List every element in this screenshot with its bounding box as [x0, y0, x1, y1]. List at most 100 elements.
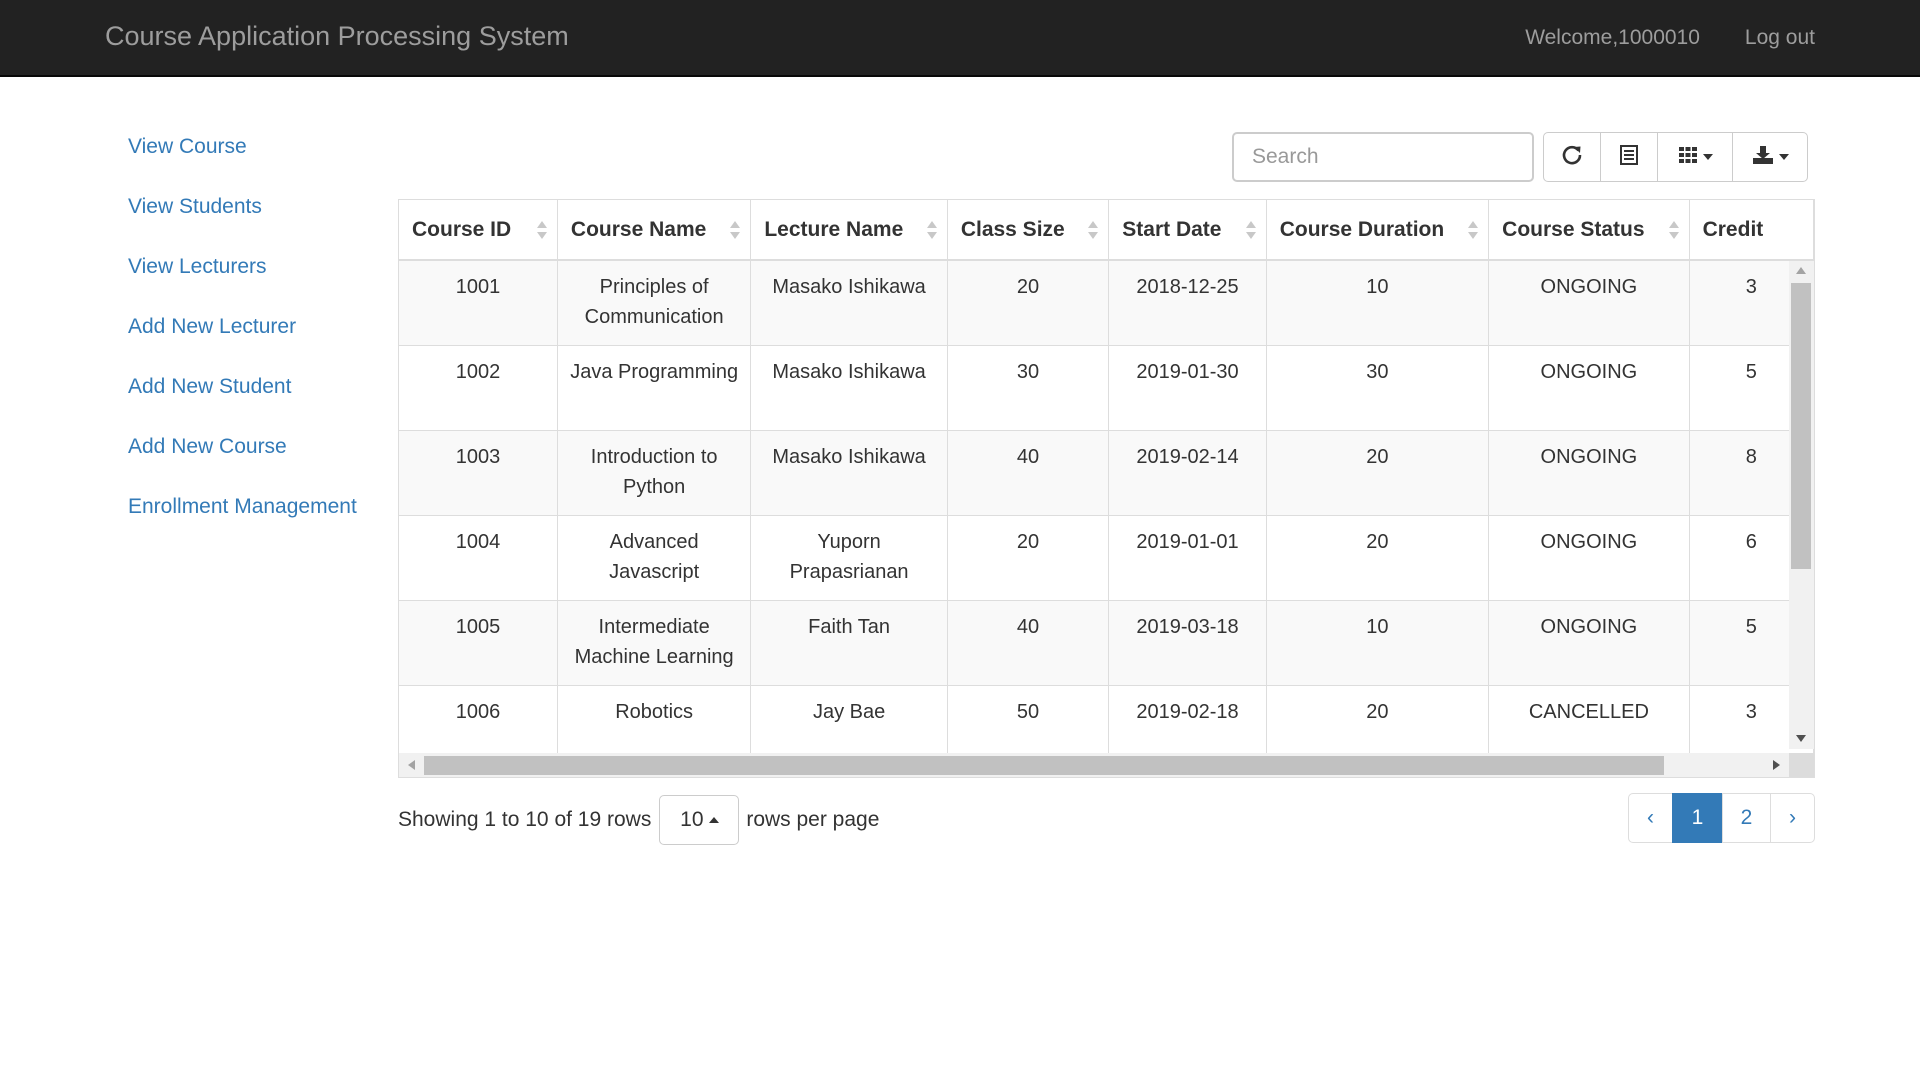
cell-course-duration: 20 — [1266, 430, 1490, 516]
course-table: Course ID Course Name Lecture Name Class… — [399, 200, 1814, 771]
cell-start-date: 2019-02-14 — [1108, 430, 1267, 516]
sort-icon — [1088, 220, 1099, 239]
column-header-start-date[interactable]: Start Date — [1108, 200, 1267, 261]
table-row[interactable]: 1003 Introduction to Python Masako Ishik… — [399, 430, 1814, 516]
table-row[interactable]: 1001 Principles of Communication Masako … — [399, 260, 1814, 346]
pagination: ‹ 1 2 › — [1628, 793, 1815, 843]
columns-grid-icon — [1678, 145, 1698, 170]
horizontal-scrollbar[interactable] — [399, 753, 1789, 777]
column-header-course-status[interactable]: Course Status — [1488, 200, 1690, 261]
cell-course-name: Principles of Communication — [557, 260, 752, 346]
cell-course-name: Introduction to Python — [557, 430, 752, 516]
rows-per-page-label: rows per page — [746, 808, 880, 831]
cell-course-name: Advanced Javascript — [557, 515, 752, 601]
toggle-view-button[interactable] — [1600, 132, 1658, 182]
cell-course-id: 1001 — [399, 260, 558, 346]
cell-course-status: ONGOING — [1488, 430, 1690, 516]
cell-course-id: 1003 — [399, 430, 558, 516]
page-next-button[interactable]: › — [1770, 793, 1815, 843]
cell-course-duration: 10 — [1266, 260, 1490, 346]
cell-lecture-name: Masako Ishikawa — [750, 430, 948, 516]
sidebar-item-add-new-course[interactable]: Add New Course — [128, 430, 357, 490]
cell-class-size: 40 — [947, 600, 1110, 686]
sort-icon — [1245, 220, 1256, 239]
export-button[interactable] — [1732, 132, 1808, 182]
cell-start-date: 2018-12-25 — [1108, 260, 1267, 346]
sidebar-item-view-lecturers[interactable]: View Lecturers — [128, 250, 357, 310]
cell-course-status: ONGOING — [1488, 515, 1690, 601]
cell-course-status: ONGOING — [1488, 600, 1690, 686]
sort-icon — [926, 220, 937, 239]
page-1-button[interactable]: 1 — [1672, 793, 1723, 843]
cell-course-status: ONGOING — [1488, 345, 1690, 431]
page-prev-button[interactable]: ‹ — [1628, 793, 1673, 843]
column-header-course-duration[interactable]: Course Duration — [1266, 200, 1490, 261]
column-header-class-size[interactable]: Class Size — [947, 200, 1110, 261]
cell-start-date: 2019-03-18 — [1108, 600, 1267, 686]
top-navbar: Course Application Processing System Wel… — [0, 0, 1920, 77]
cell-course-duration: 10 — [1266, 600, 1490, 686]
scroll-up-arrow-icon[interactable] — [1796, 267, 1806, 274]
sidebar-item-view-course[interactable]: View Course — [128, 130, 357, 190]
scroll-right-arrow-icon[interactable] — [1773, 760, 1780, 770]
list-view-icon — [1619, 144, 1639, 170]
vertical-scroll-thumb[interactable] — [1791, 283, 1811, 569]
toolbar-button-group — [1543, 132, 1808, 182]
sidebar-item-view-students[interactable]: View Students — [128, 190, 357, 250]
chevron-down-icon — [1778, 154, 1789, 160]
cell-course-id: 1004 — [399, 515, 558, 601]
caret-up-icon — [708, 817, 719, 823]
logout-link[interactable]: Log out — [1745, 26, 1815, 50]
sidebar-item-add-new-student[interactable]: Add New Student — [128, 370, 357, 430]
cell-course-name: Java Programming — [557, 345, 752, 431]
scroll-left-arrow-icon[interactable] — [408, 760, 415, 770]
refresh-button[interactable] — [1543, 132, 1601, 182]
table-header-row: Course ID Course Name Lecture Name Class… — [399, 200, 1814, 261]
column-header-lecture-name[interactable]: Lecture Name — [750, 200, 948, 261]
columns-button[interactable] — [1657, 132, 1733, 182]
sort-icon — [536, 220, 547, 239]
pagination-detail: Showing 1 to 10 of 19 rows 10 rows per p… — [398, 795, 879, 845]
cell-start-date: 2019-01-01 — [1108, 515, 1267, 601]
cell-course-duration: 30 — [1266, 345, 1490, 431]
table-row[interactable]: 1005 Intermediate Machine Learning Faith… — [399, 600, 1814, 686]
table-row[interactable]: 1002 Java Programming Masako Ishikawa 30… — [399, 345, 1814, 431]
cell-course-status: ONGOING — [1488, 260, 1690, 346]
page-size-dropdown[interactable]: 10 — [659, 795, 740, 845]
cell-course-name: Intermediate Machine Learning — [557, 600, 752, 686]
cell-course-duration: 20 — [1266, 515, 1490, 601]
sort-icon — [1468, 220, 1479, 239]
table-row[interactable]: 1004 Advanced Javascript Yuporn Prapasri… — [399, 515, 1814, 601]
sort-icon — [1668, 220, 1679, 239]
cell-class-size: 30 — [947, 345, 1110, 431]
horizontal-scroll-thumb[interactable] — [424, 756, 1664, 775]
page-2-button[interactable]: 2 — [1722, 793, 1771, 843]
column-header-course-name[interactable]: Course Name — [557, 200, 752, 261]
cell-course-id: 1005 — [399, 600, 558, 686]
scroll-down-arrow-icon[interactable] — [1796, 735, 1806, 742]
app-brand[interactable]: Course Application Processing System — [105, 21, 569, 52]
export-icon — [1752, 145, 1774, 170]
cell-class-size: 20 — [947, 260, 1110, 346]
search-input[interactable] — [1232, 132, 1534, 182]
cell-lecture-name: Masako Ishikawa — [750, 345, 948, 431]
sort-icon — [730, 220, 741, 239]
course-table-container: Course ID Course Name Lecture Name Class… — [398, 199, 1815, 778]
sidebar-item-add-new-lecturer[interactable]: Add New Lecturer — [128, 310, 357, 370]
column-header-credit[interactable]: Credit — [1689, 200, 1814, 261]
cell-class-size: 20 — [947, 515, 1110, 601]
sidebar-item-enrollment-management[interactable]: Enrollment Management — [128, 490, 357, 550]
vertical-scrollbar[interactable] — [1789, 261, 1814, 749]
cell-start-date: 2019-01-30 — [1108, 345, 1267, 431]
pagination-info: Showing 1 to 10 of 19 rows — [398, 808, 652, 831]
welcome-text: Welcome,1000010 — [1525, 26, 1700, 49]
cell-lecture-name: Masako Ishikawa — [750, 260, 948, 346]
cell-lecture-name: Faith Tan — [750, 600, 948, 686]
navbar-user-area: Welcome,1000010 Log out — [1525, 26, 1815, 50]
cell-lecture-name: Yuporn Prapasrianan — [750, 515, 948, 601]
column-header-course-id[interactable]: Course ID — [399, 200, 558, 261]
sidebar-nav: View Course View Students View Lecturers… — [128, 130, 357, 550]
cell-class-size: 40 — [947, 430, 1110, 516]
page-size-value: 10 — [680, 808, 704, 831]
scrollbar-corner — [1789, 753, 1814, 777]
